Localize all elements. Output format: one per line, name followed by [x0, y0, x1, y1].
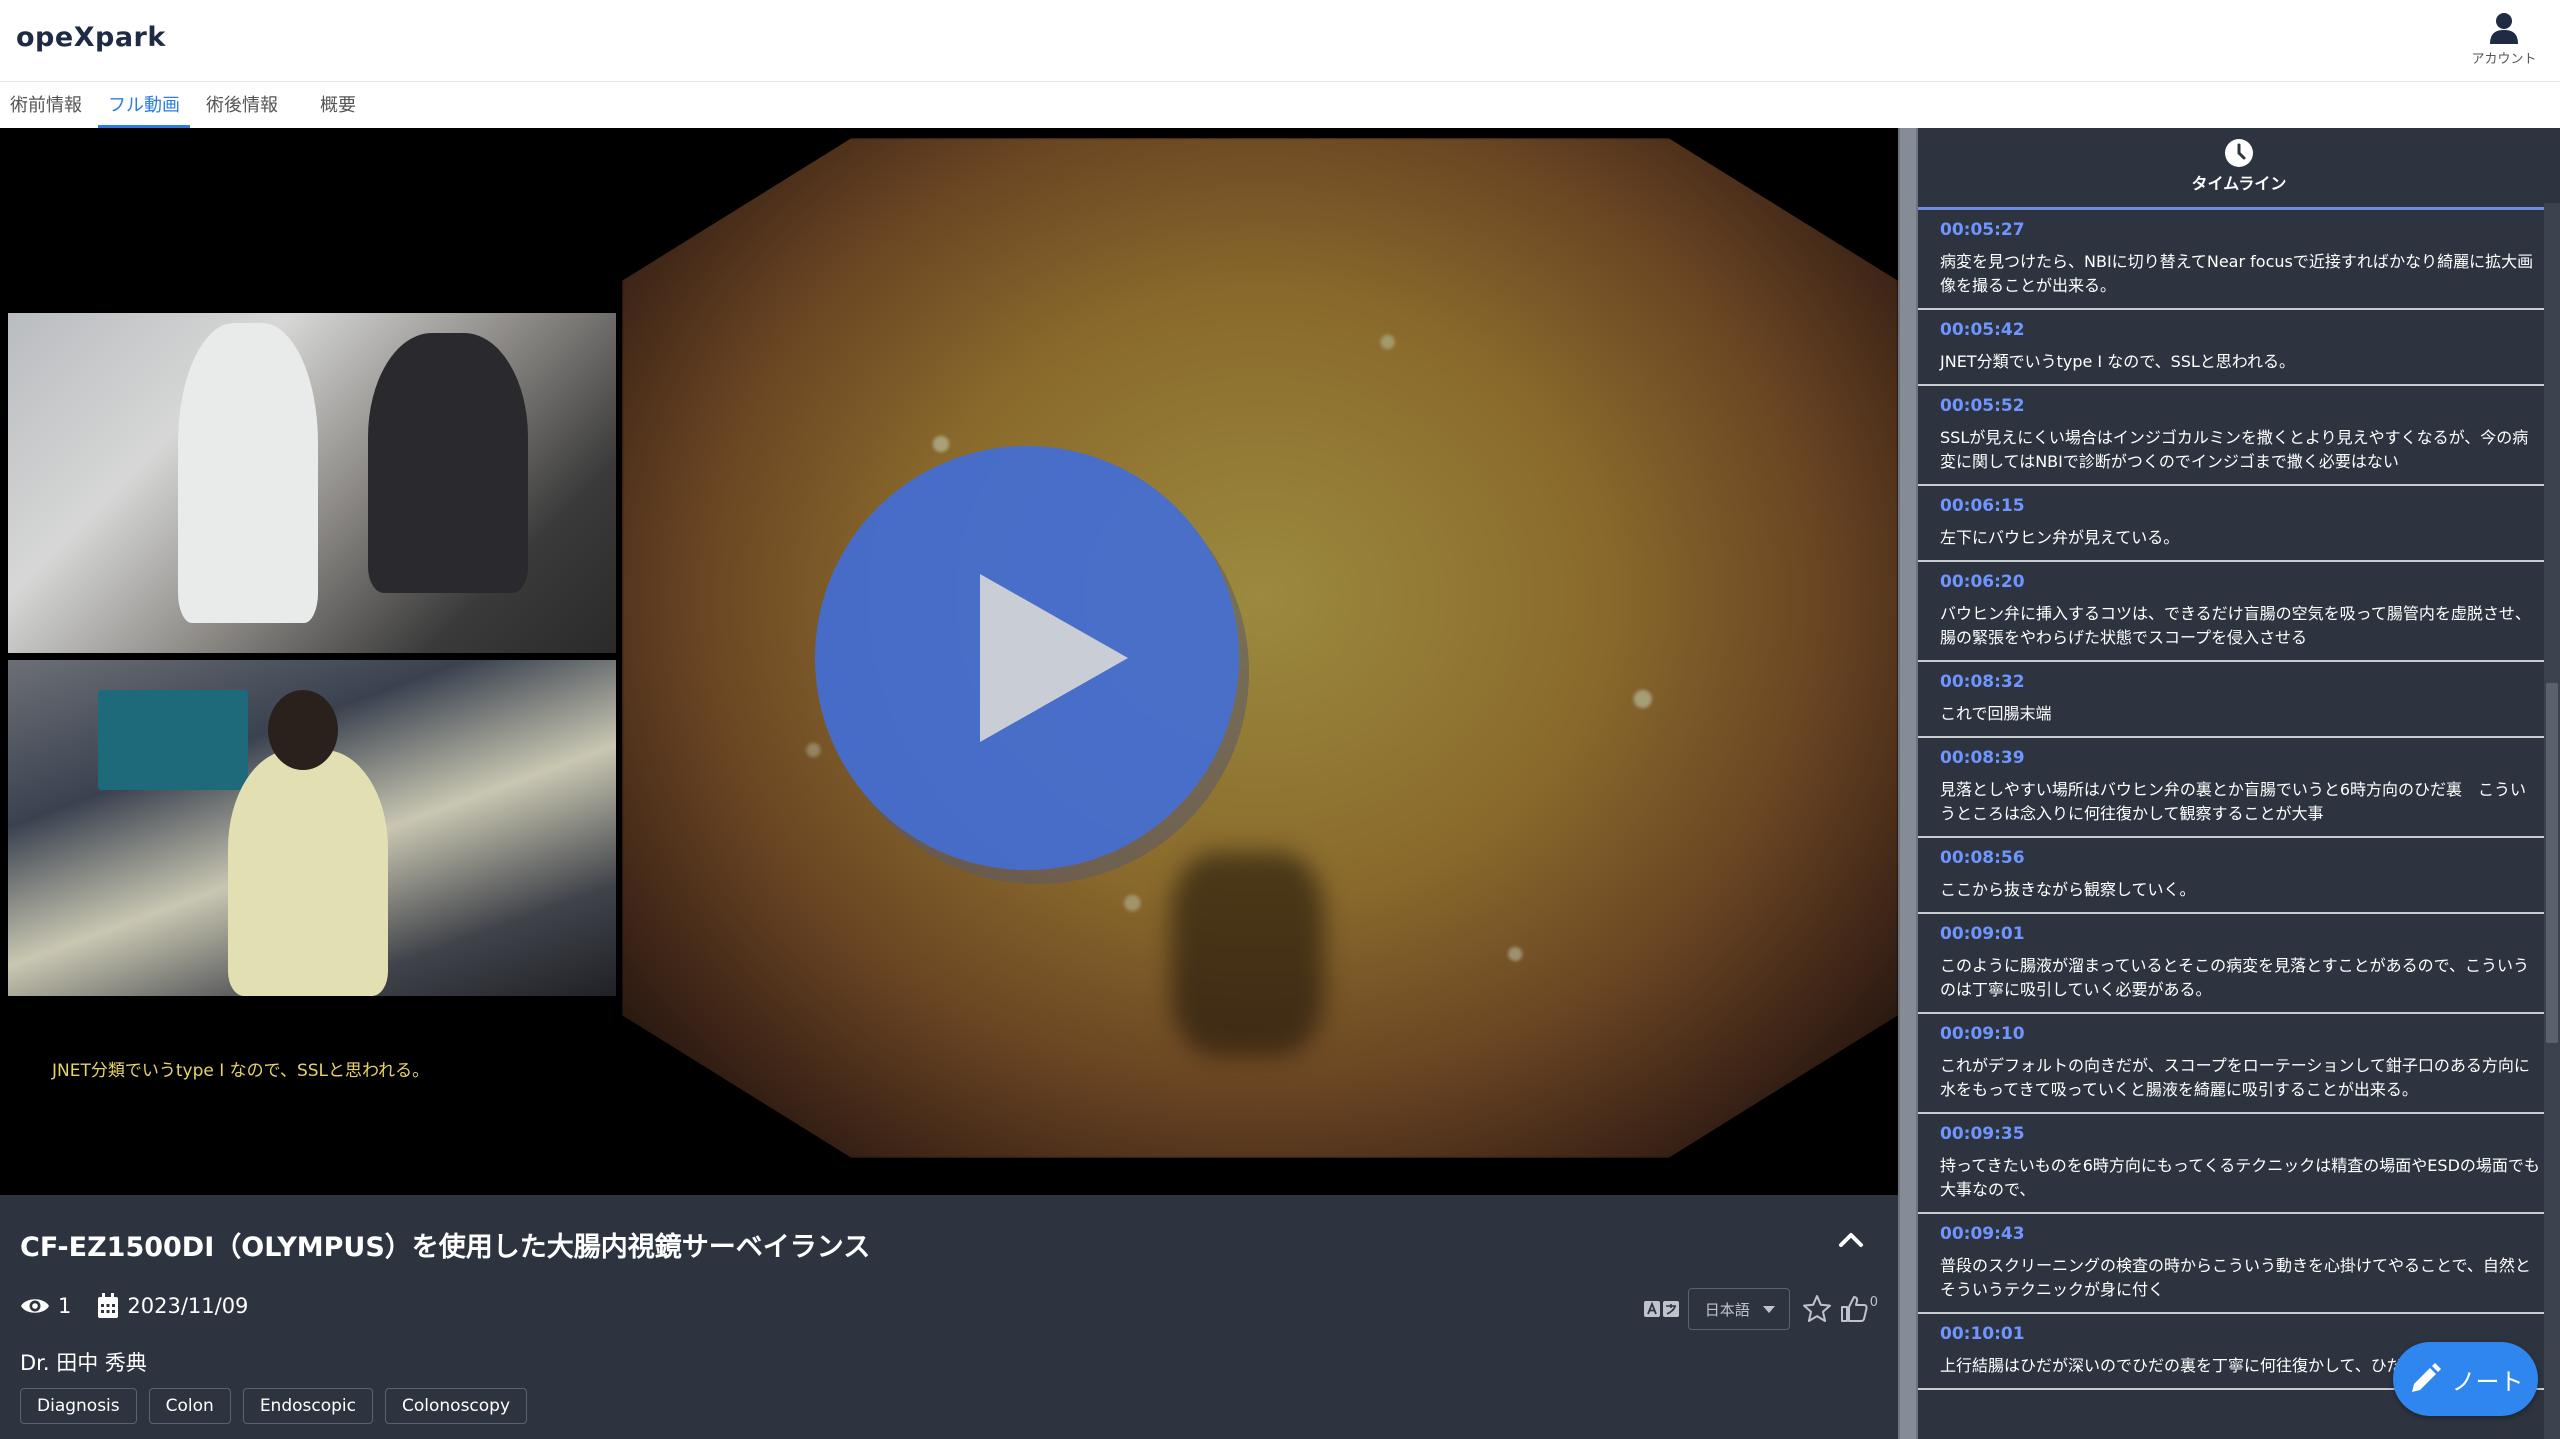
- entry-text: 左下にバウヒン弁が見えている。: [1940, 528, 2180, 547]
- entry-time[interactable]: 00:10:01: [1940, 1324, 2540, 1344]
- entry-text: JNET分類でいうtype I なので、SSLと思われる。: [1940, 352, 2295, 371]
- pencil-icon: [2411, 1363, 2441, 1392]
- language-value: 日本語: [1704, 1300, 1750, 1319]
- top-bar: opeXpark アカウント: [0, 0, 2560, 82]
- clock-icon: [2225, 139, 2253, 167]
- timeline-label: タイムライン: [2191, 174, 2287, 193]
- entry-text: 持ってきたいものを6時方向にもってくるテクニックは精査の場面やESDの場面でも大…: [1940, 1156, 2540, 1199]
- tag-colon[interactable]: Colon: [148, 1388, 231, 1424]
- tag-diagnosis[interactable]: Diagnosis: [20, 1388, 137, 1424]
- play-button[interactable]: [815, 446, 1239, 870]
- video-player[interactable]: JNET分類でいうtype I なので、SSLと思われる。: [0, 128, 1898, 1195]
- tab-full-video[interactable]: フル動画: [98, 84, 190, 128]
- timeline-panel: タイムライン 00:05:27 病変を見つけたら、NBIに切り替えてNear f…: [1918, 128, 2560, 1439]
- room-camera-1: [8, 313, 616, 653]
- tab-summary[interactable]: 概要: [310, 84, 366, 128]
- language-select[interactable]: 日本語: [1687, 1288, 1790, 1330]
- thumbs-up-icon[interactable]: [1840, 1295, 1868, 1323]
- tab-bar: 術前情報 フル動画 術後情報 概要: [0, 84, 366, 128]
- timeline-entry[interactable]: 00:05:27 病変を見つけたら、NBIに切り替えてNear focusで近接…: [1918, 210, 2560, 310]
- doctor-name[interactable]: Dr. 田中 秀典: [20, 1347, 147, 1377]
- timeline-entry[interactable]: 00:08:56 ここから抜きながら観察していく。: [1918, 838, 2560, 914]
- entry-text: 病変を見つけたら、NBIに切り替えてNear focusで近接すればかなり綺麗に…: [1940, 252, 2534, 295]
- entry-text: 見落としやすい場所はバウヒン弁の裏とか盲腸でいうと6時方向のひだ裏 こういうとこ…: [1940, 780, 2527, 823]
- timeline-entry[interactable]: 00:09:35 持ってきたいものを6時方向にもってくるテクニックは精査の場面や…: [1918, 1114, 2560, 1214]
- video-controls: 日本語 0: [1643, 1288, 1878, 1330]
- chevron-up-icon[interactable]: [1834, 1223, 1868, 1257]
- app-logo[interactable]: opeXpark: [16, 22, 166, 53]
- entry-time[interactable]: 00:06:20: [1940, 572, 2540, 592]
- endoscope-view: [622, 138, 1898, 1158]
- entry-time[interactable]: 00:05:52: [1940, 396, 2540, 416]
- video-subtitle: JNET分類でいうtype I なので、SSLと思われる。: [52, 1061, 430, 1081]
- tab-preop-info[interactable]: 術前情報: [0, 84, 92, 128]
- caret-down-icon: [1762, 1305, 1775, 1313]
- entry-time[interactable]: 00:09:10: [1940, 1024, 2540, 1044]
- video-info-panel: CF-EZ1500DI（OLYMPUS）を使用した大腸内視鏡サーベイランス 1: [0, 1195, 1898, 1439]
- room-camera-2: [8, 660, 616, 996]
- timeline-entry[interactable]: 00:09:10 これがデフォルトの向きだが、スコープをローテーションして鉗子口…: [1918, 1014, 2560, 1114]
- monitor-figure: [98, 690, 248, 790]
- entry-time[interactable]: 00:09:01: [1940, 924, 2540, 944]
- timeline-entry[interactable]: 00:09:01 このように腸液が溜まっているとそこの病変を見落とすことがあるの…: [1918, 914, 2560, 1014]
- tab-postop-info[interactable]: 術後情報: [196, 84, 288, 128]
- person-icon: [2490, 13, 2518, 44]
- timeline-scrollbar-thumb[interactable]: [2546, 683, 2558, 1043]
- page-scrollbar[interactable]: [1898, 128, 1918, 1439]
- account-label: アカウント: [2471, 52, 2537, 67]
- timeline-entry[interactable]: 00:08:39 見落としやすい場所はバウヒン弁の裏とか盲腸でいうと6時方向のひ…: [1918, 738, 2560, 838]
- video-meta: 1 2023/11/09: [20, 1293, 248, 1319]
- timeline-header[interactable]: タイムライン: [1918, 138, 2560, 210]
- entry-text: 普段のスクリーニングの検査の時からこういう動きを心掛けてやることで、自然とそうい…: [1940, 1256, 2531, 1299]
- publish-date: 2023/11/09: [127, 1294, 249, 1318]
- doctor-body: [228, 750, 388, 996]
- lumen-shadow: [1170, 852, 1324, 1056]
- entry-time[interactable]: 00:09:43: [1940, 1224, 2540, 1244]
- staff-figure: [178, 323, 318, 623]
- app-root: opeXpark アカウント 術前情報 フル動画 術後情報 概要 JNET分類で…: [0, 0, 2560, 1439]
- like-count: 0: [1869, 1294, 1878, 1310]
- tag-colonoscopy[interactable]: Colonoscopy: [385, 1388, 528, 1424]
- page-scrollbar-thumb[interactable]: [1900, 128, 1916, 1439]
- tag-endoscopic[interactable]: Endoscopic: [242, 1388, 373, 1424]
- timeline-entry[interactable]: 00:05:42 JNET分類でいうtype I なので、SSLと思われる。: [1918, 310, 2560, 386]
- entry-time[interactable]: 00:08:56: [1940, 848, 2540, 868]
- timeline-entry[interactable]: 00:09:43 普段のスクリーニングの検査の時からこういう動きを心掛けてやるこ…: [1918, 1214, 2560, 1314]
- video-title: CF-EZ1500DI（OLYMPUS）を使用した大腸内視鏡サーベイランス: [20, 1232, 871, 1263]
- entry-text: これで回腸末端: [1940, 704, 2052, 723]
- account-button[interactable]: アカウント: [2464, 12, 2544, 67]
- entry-text: バウヒン弁に挿入するコツは、できるだけ盲腸の空気を吸って腸管内を虚脱させ、腸の緊…: [1940, 604, 2531, 647]
- calendar-icon: [98, 1293, 119, 1318]
- entry-text: SSLが見えにくい場合はインジゴカルミンを撒くとより見えやすくなるが、今の病変に…: [1940, 428, 2529, 471]
- entry-time[interactable]: 00:06:15: [1940, 496, 2540, 516]
- entry-text: このように腸液が溜まっているとそこの病変を見落とすことがあるので、こういうのは丁…: [1940, 956, 2529, 999]
- timeline-entry[interactable]: 00:06:15 左下にバウヒン弁が見えている。: [1918, 486, 2560, 562]
- timeline-entry[interactable]: 00:06:20 バウヒン弁に挿入するコツは、できるだけ盲腸の空気を吸って腸管内…: [1918, 562, 2560, 662]
- entry-text: これがデフォルトの向きだが、スコープをローテーションして鉗子口のある方向に水をも…: [1940, 1056, 2530, 1099]
- entry-time[interactable]: 00:05:27: [1940, 220, 2540, 240]
- timeline-entry[interactable]: 00:08:32 これで回腸末端: [1918, 662, 2560, 738]
- note-label: ノート: [2451, 1367, 2524, 1396]
- timeline-scrollbar[interactable]: [2544, 203, 2560, 1439]
- timeline-entry[interactable]: 00:05:52 SSLが見えにくい場合はインジゴカルミンを撒くとより見えやすく…: [1918, 386, 2560, 486]
- tag-list: Diagnosis Colon Endoscopic Colonoscopy: [20, 1388, 539, 1424]
- entry-time[interactable]: 00:08:39: [1940, 748, 2540, 768]
- entry-time[interactable]: 00:09:35: [1940, 1124, 2540, 1144]
- main-content: JNET分類でいうtype I なので、SSLと思われる。 CF-EZ1500D…: [0, 128, 1898, 1439]
- note-button[interactable]: ノート: [2393, 1342, 2538, 1416]
- entry-time[interactable]: 00:08:32: [1940, 672, 2540, 692]
- entry-text: ここから抜きながら観察していく。: [1940, 880, 2196, 899]
- star-icon[interactable]: [1802, 1294, 1832, 1324]
- translate-icon: [1643, 1301, 1679, 1317]
- entry-time[interactable]: 00:05:42: [1940, 320, 2540, 340]
- view-count: 1: [58, 1294, 72, 1318]
- doctor-head: [268, 690, 338, 770]
- patient-figure: [368, 333, 528, 593]
- eye-icon: [21, 1299, 49, 1313]
- play-icon: [980, 574, 1128, 742]
